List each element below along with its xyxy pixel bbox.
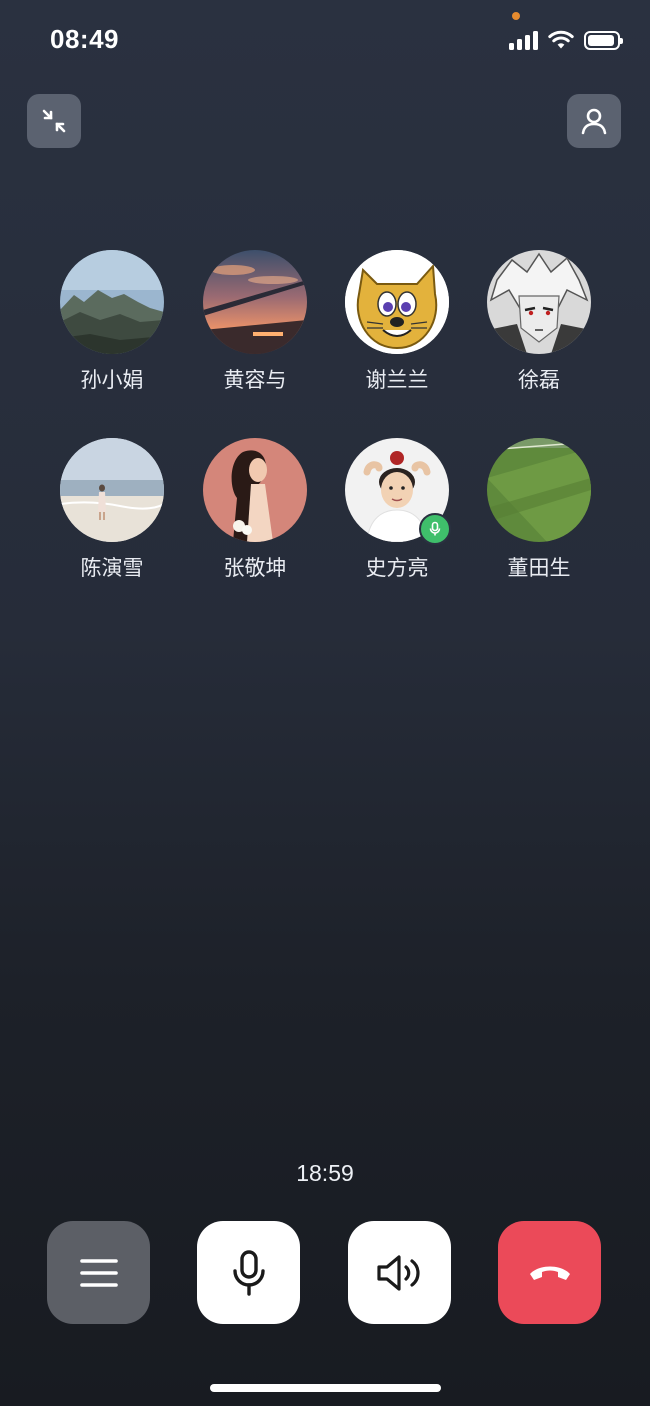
avatar: [203, 250, 307, 354]
participant-tile[interactable]: 张敬坤: [190, 438, 320, 582]
home-indicator[interactable]: [210, 1384, 441, 1392]
battery-level: [588, 34, 615, 46]
cellular-signal-icon: [509, 30, 538, 50]
add-member-button[interactable]: [567, 94, 621, 148]
speaker-icon: [376, 1254, 420, 1291]
participant-tile[interactable]: 谢兰兰: [332, 250, 462, 394]
avatar: [60, 250, 164, 354]
person-icon: [581, 108, 607, 135]
status-icons: [509, 30, 623, 50]
status-time: 08:49: [50, 24, 119, 54]
microphone-icon: [232, 1249, 265, 1296]
participant-name: 史方亮: [365, 556, 429, 580]
collapse-arrows-icon: [42, 109, 66, 133]
battery-icon: [584, 30, 623, 50]
call-duration: 18:59: [296, 1160, 354, 1186]
participant-tile[interactable]: 孙小娟: [47, 250, 177, 394]
participant-name: 谢兰兰: [365, 368, 429, 392]
recording-indicator-dot: [512, 12, 520, 20]
menu-button[interactable]: [47, 1221, 150, 1324]
participant-tile[interactable]: 陈演雪: [47, 438, 177, 582]
avatar: [203, 438, 307, 542]
participant-name: 孙小娟: [80, 368, 144, 392]
avatar: [345, 250, 449, 354]
mute-microphone-button[interactable]: [197, 1221, 300, 1324]
participant-name: 黄容与: [223, 368, 287, 392]
avatar: [60, 438, 164, 542]
wifi-icon: [548, 30, 574, 49]
avatar: [487, 250, 591, 354]
participant-name: 徐磊: [518, 368, 560, 392]
minimize-call-button[interactable]: [27, 94, 81, 148]
speaking-indicator: [419, 513, 451, 545]
menu-icon: [79, 1258, 118, 1287]
hang-up-button[interactable]: [498, 1221, 601, 1324]
participant-name: 张敬坤: [223, 556, 287, 580]
participant-name: 陈演雪: [80, 556, 144, 580]
participant-tile[interactable]: 黄容与: [190, 250, 320, 394]
group-call-screen: 08:49 孙小娟 黄容与 谢兰兰 徐磊 陈演雪 张敬坤 史方亮 董田生 18:…: [0, 0, 650, 1406]
microphone-icon: [429, 521, 441, 536]
participant-tile[interactable]: 史方亮: [332, 438, 462, 582]
participant-name: 董田生: [507, 556, 571, 580]
avatar: [487, 438, 591, 542]
participant-tile[interactable]: 徐磊: [474, 250, 604, 394]
hang-up-icon: [529, 1266, 570, 1280]
participant-tile[interactable]: 董田生: [474, 438, 604, 582]
speaker-button[interactable]: [348, 1221, 451, 1324]
